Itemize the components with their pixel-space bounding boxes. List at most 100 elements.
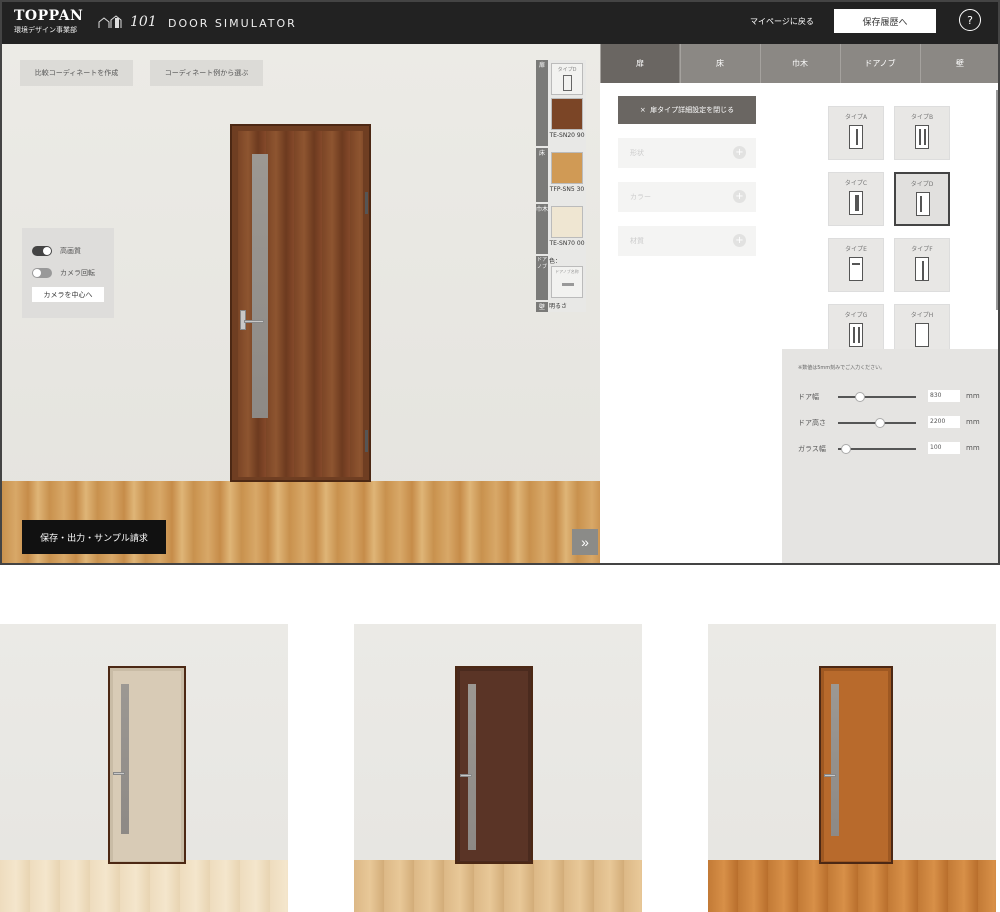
slider-knob[interactable] xyxy=(875,418,886,428)
slider-knob[interactable] xyxy=(855,392,865,402)
sample-render-orange xyxy=(708,624,996,912)
accordion-color[interactable]: カラー + xyxy=(618,182,756,212)
category-tabs: 扉 床 巾木 ドアノブ 壁 xyxy=(600,44,998,83)
type-grid-scrollbar[interactable] xyxy=(996,90,998,310)
baseboard-code-label: TE-SN70 00 xyxy=(549,240,585,247)
baseboard-color-swatch[interactable] xyxy=(551,206,583,238)
param-door-width: ドア幅 830 mm xyxy=(798,390,980,402)
sample-render-dark xyxy=(354,624,642,912)
knob-thumbnail[interactable]: ドアノブ名称 xyxy=(551,266,583,298)
strip-tab-door[interactable]: 扉 xyxy=(536,60,548,146)
type-card-a[interactable]: タイプA xyxy=(828,106,884,160)
type-card-c[interactable]: タイプC xyxy=(828,172,884,226)
hinge xyxy=(365,192,368,214)
sample-render-light xyxy=(0,624,288,912)
type-card-h[interactable]: タイプH xyxy=(894,304,950,349)
hq-toggle[interactable] xyxy=(32,246,52,256)
tab-floor[interactable]: 床 xyxy=(680,44,759,83)
door-type-grid: タイプA タイプB タイプC タイプD タイプE タイプF タイプG タイプH xyxy=(782,83,998,349)
floor xyxy=(708,860,996,912)
door-glass xyxy=(468,684,476,850)
strip-tab-wall[interactable]: 壁 xyxy=(536,302,548,312)
param-glass-width: ガラス幅 100 mm xyxy=(798,442,980,454)
knob-color-label: 色： xyxy=(549,258,562,265)
door-knob-icon xyxy=(562,283,574,286)
settings-panel: 扉 床 巾木 ドアノブ 壁 × 扉タイプ詳細設定を閉じる 形状 + カラー + 材質… xyxy=(600,44,998,563)
header-bar: TOPPAN 環境デザイン事業部 101 DOOR SIMULATOR マイペー… xyxy=(2,2,998,44)
view-options-panel: 高画質 カメラ回転 カメラを中心へ xyxy=(22,228,114,318)
door-lever xyxy=(460,774,472,777)
param-note: ※数値は5mm刻みでご入力ください。 xyxy=(798,365,886,371)
door-height-slider[interactable] xyxy=(838,418,916,428)
strip-tab-baseboard[interactable]: 巾木 xyxy=(536,204,548,254)
house-logo-icon xyxy=(98,15,122,28)
selection-summary-strip: 扉 床 巾木 ドアノブ 壁 タイプD TE-SN20 90 TFP-SN5 30… xyxy=(536,60,586,312)
door-type-icon xyxy=(849,257,863,281)
floor-code-label: TFP-SN5 30 xyxy=(549,186,585,193)
tab-wall[interactable]: 壁 xyxy=(920,44,998,83)
type-card-e[interactable]: タイプE xyxy=(828,238,884,292)
app-mark: 101 xyxy=(130,14,157,30)
type-card-b[interactable]: タイプB xyxy=(894,106,950,160)
strip-tab-knob[interactable]: ドアノブ xyxy=(536,256,548,300)
door-height-input[interactable]: 2200 xyxy=(928,416,960,428)
door-type-icon xyxy=(849,125,863,149)
close-icon: × xyxy=(639,106,646,114)
plus-icon: + xyxy=(733,146,746,159)
tab-knob[interactable]: ドアノブ xyxy=(840,44,919,83)
door-type-icon xyxy=(916,192,930,216)
camera-rotate-toggle[interactable] xyxy=(32,268,52,278)
door-code-label: TE-SN20 90 xyxy=(549,132,585,139)
compare-button[interactable]: 比較コーディネートを作成 xyxy=(20,60,133,86)
floor xyxy=(354,860,642,912)
close-detail-button[interactable]: × 扉タイプ詳細設定を閉じる xyxy=(618,96,756,124)
app-title: DOOR SIMULATOR xyxy=(168,17,297,30)
toppan-logo[interactable]: TOPPAN xyxy=(14,8,83,24)
door-type-thumbnail[interactable]: タイプD xyxy=(551,63,583,95)
size-parameters: ※数値は5mm刻みでご入力ください。 ドア幅 830 mm ドア高さ 2200 … xyxy=(782,349,998,563)
plus-icon: + xyxy=(733,234,746,247)
simulator-app: TOPPAN 環境デザイン事業部 101 DOOR SIMULATOR マイペー… xyxy=(0,0,1000,565)
door-type-icon xyxy=(915,257,929,281)
hq-toggle-label: 高画質 xyxy=(60,247,81,255)
glass-width-slider[interactable] xyxy=(838,444,916,454)
tab-door[interactable]: 扉 xyxy=(600,44,679,83)
plus-icon: + xyxy=(733,190,746,203)
param-door-height: ドア高さ 2200 mm xyxy=(798,416,980,428)
floor-color-swatch[interactable] xyxy=(551,152,583,184)
save-output-sample-button[interactable]: 保存・出力・サンプル請求 xyxy=(22,520,166,554)
door-type-icon xyxy=(849,191,863,215)
strip-tab-floor[interactable]: 床 xyxy=(536,148,548,202)
door-glass xyxy=(252,154,268,418)
center-camera-button[interactable]: カメラを中心へ xyxy=(32,287,104,302)
help-button[interactable]: ? xyxy=(959,9,981,31)
type-card-f[interactable]: タイプF xyxy=(894,238,950,292)
door-width-slider[interactable] xyxy=(838,392,916,402)
door-width-input[interactable]: 830 xyxy=(928,390,960,402)
history-button[interactable]: 保存履歴へ xyxy=(834,9,936,33)
brightness-label: 明るさ xyxy=(549,303,568,310)
door-type-icon xyxy=(915,125,929,149)
type-card-d[interactable]: タイプD xyxy=(894,172,950,226)
camera-rotate-label: カメラ回転 xyxy=(60,269,95,277)
double-chevron-right-icon[interactable]: » xyxy=(572,529,598,555)
tab-baseboard[interactable]: 巾木 xyxy=(760,44,839,83)
type-card-g[interactable]: タイプG xyxy=(828,304,884,349)
accordion-shape[interactable]: 形状 + xyxy=(618,138,756,168)
accordion-material[interactable]: 材質 + xyxy=(618,226,756,256)
door-lever xyxy=(244,320,264,323)
door-glass xyxy=(831,684,839,836)
door-glass xyxy=(121,684,129,834)
door-lever xyxy=(824,774,836,777)
examples-button[interactable]: コーディネート例から選ぶ xyxy=(150,60,263,86)
slider-knob[interactable] xyxy=(841,444,852,454)
door-scene-viewport[interactable]: 比較コーディネートを作成 コーディネート例から選ぶ 高画質 カメラ回転 カメラを… xyxy=(2,44,600,563)
door-type-icon xyxy=(915,323,929,347)
glass-width-input[interactable]: 100 xyxy=(928,442,960,454)
door-color-swatch[interactable] xyxy=(551,98,583,130)
door-type-icon xyxy=(849,323,863,347)
mypage-link[interactable]: マイページに戻る xyxy=(750,16,814,27)
floor xyxy=(0,860,288,912)
door-lever xyxy=(113,772,125,775)
logo-subtitle: 環境デザイン事業部 xyxy=(14,26,77,34)
